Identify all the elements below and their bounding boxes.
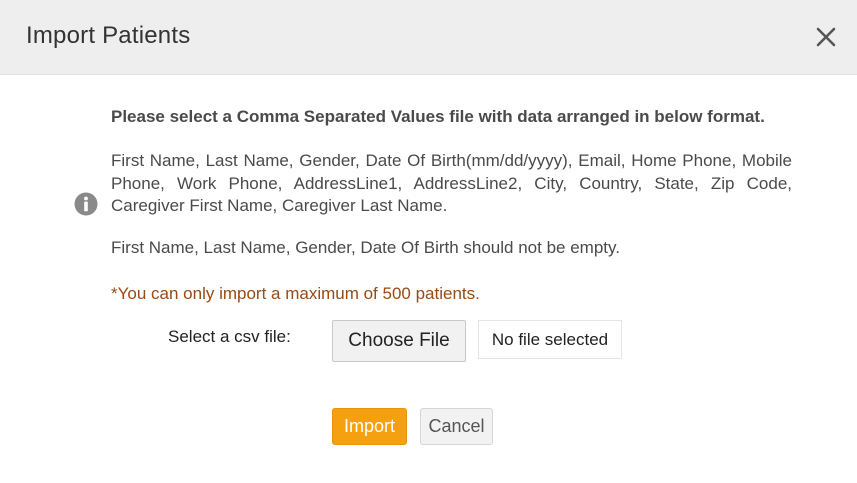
required-fields-note: First Name, Last Name, Gender, Date Of B… — [111, 238, 620, 257]
cancel-button[interactable]: Cancel — [420, 408, 493, 445]
import-button[interactable]: Import — [332, 408, 407, 445]
file-status: No file selected — [478, 320, 622, 359]
fields-format-text: First Name, Last Name, Gender, Date Of B… — [111, 151, 792, 215]
info-circle-icon — [74, 192, 98, 216]
instruction-text: Please select a Comma Separated Values f… — [111, 107, 765, 126]
file-input-label: Select a csv file: — [168, 327, 291, 346]
import-limit-warning: *You can only import a maximum of 500 pa… — [111, 284, 480, 303]
dialog-title: Import Patients — [26, 22, 191, 49]
dialog-header: Import Patients — [0, 0, 857, 75]
choose-file-button[interactable]: Choose File — [332, 320, 466, 362]
close-icon[interactable] — [811, 22, 841, 52]
